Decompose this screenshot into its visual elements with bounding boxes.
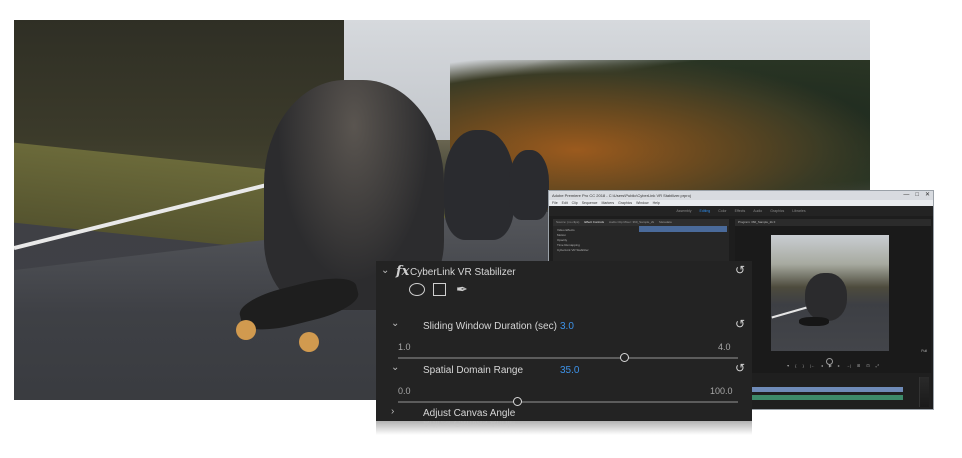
minimize-button[interactable]: —: [903, 191, 909, 200]
tab-effect-controls[interactable]: Effect Controls: [584, 219, 604, 226]
zoom-full-label[interactable]: Full: [921, 349, 927, 353]
photo-skater-middle: [444, 130, 514, 240]
workspace-effects[interactable]: Effects: [735, 209, 746, 213]
step-back-icon[interactable]: ◂: [821, 363, 823, 368]
reset-icon[interactable]: ↺: [734, 362, 746, 374]
title-bar: Adobe Premiere Pro CC 2018 - C:\Users\Pu…: [549, 191, 933, 200]
slider-min-label: 1.0: [398, 342, 411, 352]
slider-track[interactable]: [398, 357, 738, 359]
timeline-audio-clip[interactable]: [743, 395, 903, 400]
param-label-canvas-angle[interactable]: Adjust Canvas Angle: [423, 408, 515, 419]
param-value-sliding-window[interactable]: 3.0: [560, 321, 574, 332]
menu-edit[interactable]: Edit: [562, 200, 568, 206]
extract-icon[interactable]: ⊡: [866, 363, 869, 368]
reflected-label: Adjust Canvas Angle: [423, 421, 516, 428]
menu-sequence[interactable]: Sequence: [582, 200, 598, 206]
close-button[interactable]: ✕: [925, 191, 930, 200]
timeline-panel: [735, 373, 931, 409]
workspace-graphics[interactable]: Graphics: [770, 209, 784, 213]
param-label-spatial-range: Spatial Domain Range: [423, 365, 524, 376]
go-to-in-icon[interactable]: |←: [810, 363, 815, 368]
lift-icon[interactable]: ⊞: [857, 363, 860, 368]
workspace-assembly[interactable]: Assembly: [676, 209, 691, 213]
slider-max-label: 4.0: [718, 342, 731, 352]
tab-metadata[interactable]: Metadata: [659, 219, 672, 226]
menu-markers[interactable]: Markers: [601, 200, 614, 206]
menu-clip[interactable]: Clip: [572, 200, 578, 206]
reset-icon[interactable]: ↺: [734, 264, 746, 276]
param-label-sliding-window: Sliding Window Duration (sec): [423, 321, 557, 332]
workspace-libraries[interactable]: Libraries: [792, 209, 805, 213]
timeline-video-clip[interactable]: [743, 387, 903, 392]
step-forward-icon[interactable]: ▸: [838, 363, 840, 368]
video-longboard: [799, 317, 829, 326]
program-monitor: Program: 360_Sample_2k ≡: [735, 219, 931, 375]
go-to-out-icon[interactable]: →|: [846, 363, 851, 368]
effect-name: CyberLink VR Stabilizer: [410, 267, 516, 278]
photo-skater-back: [509, 150, 549, 220]
panel-reflection: Adjust Canvas Angle: [376, 421, 752, 435]
program-monitor-tab[interactable]: Program: 360_Sample_2k ≡: [735, 219, 931, 226]
marker-icon[interactable]: ▾: [787, 363, 789, 368]
workspace-editing[interactable]: Editing: [700, 209, 711, 213]
audio-meter: [919, 377, 929, 407]
window-title: Adobe Premiere Pro CC 2018 - C:\Users\Pu…: [552, 193, 691, 198]
chevron-down-icon[interactable]: ⌄: [391, 319, 399, 329]
slider-min-label: 0.0: [398, 386, 411, 396]
chevron-right-icon[interactable]: ›: [391, 407, 394, 417]
menu-help[interactable]: Help: [653, 200, 660, 206]
param-value-spatial-range[interactable]: 35.0: [560, 365, 579, 376]
photo-wheel: [299, 332, 319, 352]
play-icon[interactable]: ▶: [829, 363, 832, 368]
slider-track[interactable]: [398, 401, 738, 403]
menu-graphics[interactable]: Graphics: [618, 200, 632, 206]
export-frame-icon[interactable]: ⤢: [876, 363, 879, 368]
program-video-frame: [771, 235, 889, 351]
effect-row[interactable]: CyberLink VR Stabilizer: [557, 248, 725, 253]
tab-source[interactable]: Source: (no clips): [556, 219, 579, 226]
transport-controls: ▾ { } |← ◂ ▶ ▸ →| ⊞ ⊡ ⤢: [735, 361, 931, 369]
photo-wheel: [236, 320, 256, 340]
workspace-color[interactable]: Color: [718, 209, 726, 213]
mini-timeline-clip[interactable]: [639, 226, 727, 232]
slider-thumb[interactable]: [512, 397, 522, 406]
pen-mask-icon[interactable]: ✒: [456, 281, 468, 298]
slider-thumb[interactable]: [620, 353, 630, 362]
left-panel-tabs: Source: (no clips) Effect Controls Audio…: [553, 219, 729, 226]
video-skater: [805, 273, 847, 321]
tab-audio-clip-mixer[interactable]: Audio Clip Mixer: 360_Sample_2k: [609, 219, 654, 226]
chevron-down-icon[interactable]: ⌄: [391, 363, 399, 373]
stabilizer-effect-panel: ⌄ fx CyberLink VR Stabilizer ↺ ✒ ⌄ Slidi…: [376, 261, 752, 421]
workspace-audio[interactable]: Audio: [753, 209, 762, 213]
mark-out-icon[interactable]: }: [802, 363, 803, 368]
ellipse-mask-icon[interactable]: [409, 283, 425, 296]
maximize-button[interactable]: □: [915, 191, 919, 200]
rectangle-mask-icon[interactable]: [433, 283, 446, 296]
reset-icon[interactable]: ↺: [734, 318, 746, 330]
menu-window[interactable]: Window: [636, 200, 648, 206]
fx-icon[interactable]: fx: [396, 264, 409, 279]
mark-in-icon[interactable]: {: [795, 363, 796, 368]
menu-file[interactable]: File: [552, 200, 558, 206]
slider-max-label: 100.0: [710, 386, 733, 396]
chevron-down-icon[interactable]: ⌄: [381, 266, 389, 276]
workspace-bar: Assembly Editing Color Effects Audio Gra…: [549, 206, 933, 216]
